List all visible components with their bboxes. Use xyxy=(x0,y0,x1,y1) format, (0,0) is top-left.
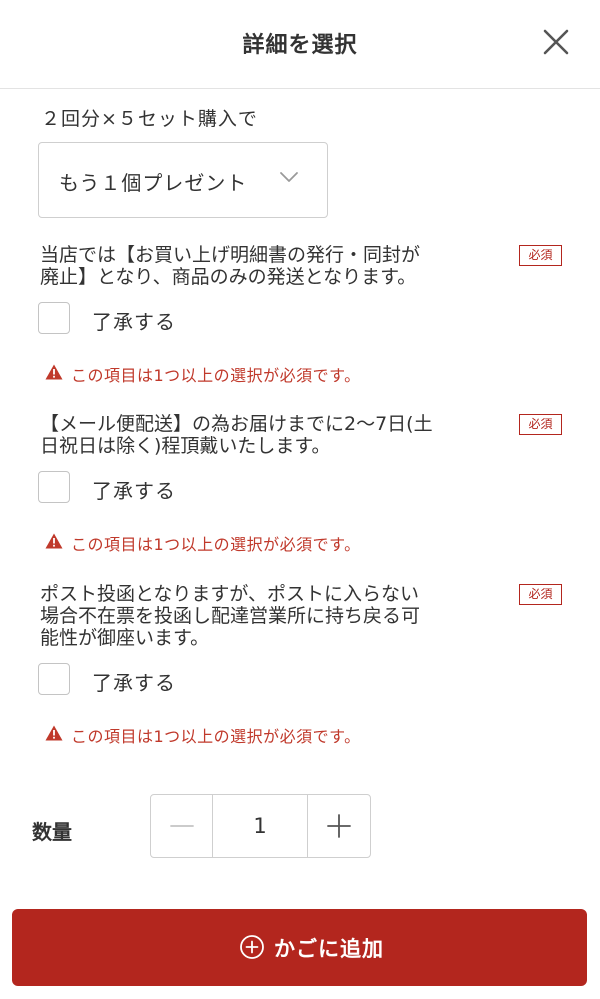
quantity-input[interactable] xyxy=(214,795,306,857)
quantity-label: 数量 xyxy=(32,820,72,844)
agree-label[interactable]: 了承する xyxy=(92,667,176,696)
question-line: 日祝日は除く)程頂戴いたします。 xyxy=(40,435,331,457)
question-text: 当店では【お買い上げ明細書の発行・同封が 廃止】となり、商品のみの発送となります… xyxy=(40,244,510,288)
close-button[interactable] xyxy=(538,24,574,60)
question-line: 能性が御座います。 xyxy=(40,627,210,649)
quantity-stepper xyxy=(150,794,371,858)
required-badge: 必須 xyxy=(519,245,562,266)
agree-checkbox[interactable] xyxy=(38,302,70,334)
agree-checkbox[interactable] xyxy=(38,471,70,503)
warning-icon xyxy=(45,725,63,741)
offer-label: ２回分×５セット購入で xyxy=(41,108,258,130)
question-line: ポスト投函となりますが、ポストに入らない xyxy=(40,583,420,605)
add-to-cart-button[interactable]: かごに追加 xyxy=(12,909,587,986)
minus-icon xyxy=(170,825,194,827)
add-circle-icon xyxy=(240,935,264,959)
add-to-cart-label: かごに追加 xyxy=(274,937,384,961)
error-text: この項目は1つ以上の選択が必須です。 xyxy=(71,727,361,746)
required-badge: 必須 xyxy=(519,414,562,435)
question-line: 廃止】となり、商品のみの発送となります。 xyxy=(40,266,417,288)
increment-button[interactable] xyxy=(307,795,369,857)
warning-icon xyxy=(45,533,63,549)
question-line: 当店では【お買い上げ明細書の発行・同封が xyxy=(40,244,421,266)
required-badge: 必須 xyxy=(519,584,562,605)
plus-icon xyxy=(327,814,351,838)
agree-label[interactable]: 了承する xyxy=(92,306,176,335)
error-text: この項目は1つ以上の選択が必須です。 xyxy=(71,535,361,554)
offer-select-value: もう１個プレゼント xyxy=(59,171,248,195)
chevron-down-icon xyxy=(280,172,298,182)
agree-label[interactable]: 了承する xyxy=(92,475,176,504)
question-text: 【メール便配送】の為お届けまでに2〜7日(土 日祝日は除く)程頂戴いたします。 xyxy=(40,413,510,457)
page-title: 詳細を選択 xyxy=(242,33,358,58)
question-line: 場合不在票を投函し配達営業所に持ち戻る可 xyxy=(40,605,421,627)
modal-header: 詳細を選択 xyxy=(0,0,600,89)
question-text: ポスト投函となりますが、ポストに入らない 場合不在票を投函し配達営業所に持ち戻る… xyxy=(40,583,510,649)
question-line: 【メール便配送】の為お届けまでに2〜7日(土 xyxy=(40,413,433,435)
agree-checkbox[interactable] xyxy=(38,663,70,695)
close-icon xyxy=(543,29,569,55)
decrement-button[interactable] xyxy=(151,795,213,857)
warning-icon xyxy=(45,364,63,380)
error-text: この項目は1つ以上の選択が必須です。 xyxy=(71,366,361,385)
